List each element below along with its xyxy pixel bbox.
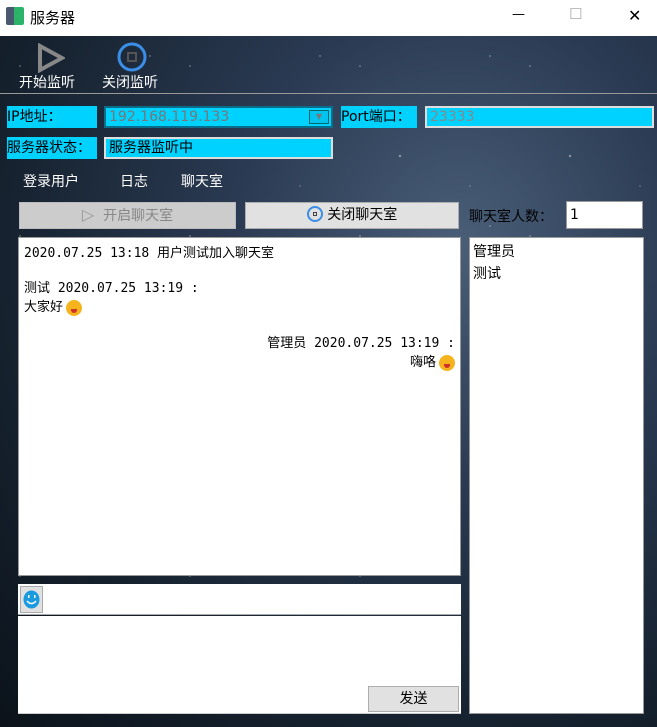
user-list[interactable]: 管理员 测试 bbox=[469, 237, 644, 714]
stop-listen-button[interactable]: 关闭监听 bbox=[98, 40, 168, 91]
status-label: 服务器状态： bbox=[7, 137, 97, 159]
app-icon bbox=[6, 7, 24, 25]
ip-select[interactable]: 192.168.119.133 ▼ bbox=[104, 106, 333, 128]
tab-chatroom[interactable]: 聊天室 bbox=[181, 171, 223, 191]
play-icon bbox=[38, 43, 65, 73]
close-chatroom-label: 关闭聊天室 bbox=[327, 207, 398, 223]
ip-value: 192.168.119.133 bbox=[109, 109, 230, 125]
tab-log[interactable]: 日志 bbox=[120, 171, 148, 191]
ip-label: IP地址： bbox=[7, 106, 97, 128]
open-chatroom-label: 开启聊天室 bbox=[103, 208, 174, 224]
message-text: 嗨咯 bbox=[409, 355, 436, 370]
grinning-tongue-emoji-icon bbox=[66, 299, 83, 316]
chat-message: 管理员 2020.07.25 13:19 : bbox=[267, 336, 455, 351]
start-listen-button[interactable]: 开始监听 bbox=[15, 40, 85, 91]
stop-listen-label: 关闭监听 bbox=[102, 75, 158, 91]
chatroom-count-field: 1 bbox=[566, 201, 643, 229]
kiss-wink-emoji-icon bbox=[439, 354, 455, 371]
emoji-toolbar bbox=[18, 584, 461, 615]
title-bar: 服务器 — ☐ ✕ bbox=[0, 0, 657, 36]
smiley-icon bbox=[23, 590, 40, 609]
chat-message: 测试 2020.07.25 13:19 : bbox=[24, 281, 199, 296]
window-title: 服务器 bbox=[30, 9, 76, 27]
start-listen-label: 开始监听 bbox=[19, 75, 75, 91]
chevron-down-icon[interactable]: ▼ bbox=[309, 110, 329, 124]
status-field: 服务器监听中 bbox=[104, 137, 333, 159]
open-chatroom-button[interactable]: ▷ 开启聊天室 bbox=[19, 202, 236, 229]
toolbar-divider bbox=[0, 93, 657, 94]
chat-history[interactable]: 2020.07.25 13:18 用户测试加入聊天室 测试 2020.07.25… bbox=[18, 237, 461, 576]
close-chatroom-button[interactable]: 关闭聊天室 bbox=[245, 202, 459, 229]
chatroom-count-label: 聊天室人数： bbox=[469, 209, 553, 225]
chat-message: 大家好 bbox=[24, 296, 83, 316]
stop-icon bbox=[117, 42, 147, 72]
message-text: 大家好 bbox=[24, 300, 64, 315]
send-button[interactable]: 发送 bbox=[368, 686, 459, 712]
port-label: Port端口： bbox=[341, 106, 417, 128]
play-icon: ▷ bbox=[81, 205, 95, 224]
tab-login-users[interactable]: 登录用户 bbox=[23, 171, 79, 191]
chat-message: 嗨咯 bbox=[410, 351, 455, 371]
minimize-button[interactable]: — bbox=[512, 7, 525, 22]
user-list-item[interactable]: 测试 bbox=[473, 263, 640, 285]
maximize-button[interactable]: ☐ bbox=[569, 5, 582, 23]
close-button[interactable]: ✕ bbox=[628, 6, 641, 25]
port-input[interactable]: 23333 bbox=[425, 106, 654, 128]
stop-icon bbox=[306, 206, 323, 222]
chat-message: 2020.07.25 13:18 用户测试加入聊天室 bbox=[24, 246, 275, 261]
user-list-item[interactable]: 管理员 bbox=[473, 241, 640, 263]
emoji-button[interactable] bbox=[20, 586, 43, 613]
